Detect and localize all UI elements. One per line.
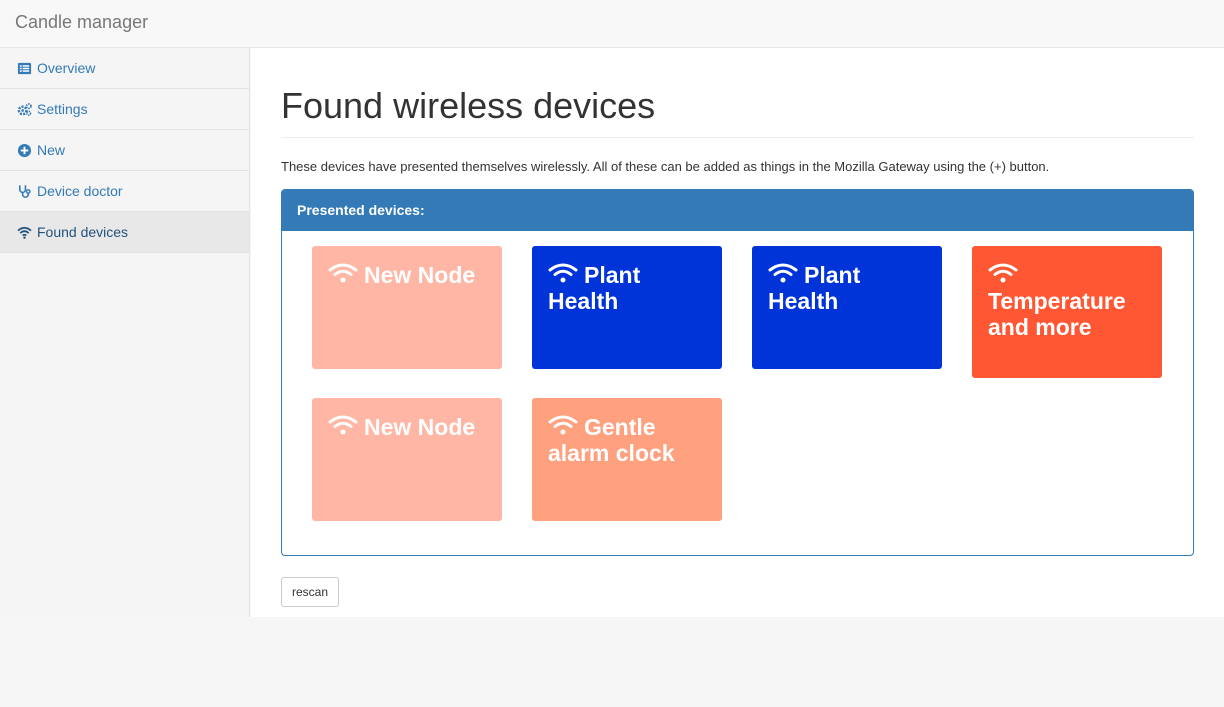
presented-devices-panel: Presented devices: New Node Plant Health… bbox=[281, 189, 1194, 556]
device-tile[interactable]: Plant Health bbox=[752, 246, 942, 369]
wifi-icon bbox=[768, 262, 798, 284]
intro-text: These devices have presented themselves … bbox=[281, 159, 1050, 174]
list-icon bbox=[16, 60, 32, 76]
sidebar-item-device-doctor[interactable]: Device doctor bbox=[0, 171, 249, 212]
sidebar-item-label: New bbox=[37, 142, 66, 158]
sidebar-item-overview[interactable]: Overview bbox=[0, 48, 249, 89]
device-tile[interactable]: New Node bbox=[312, 246, 502, 369]
device-tile[interactable]: Temperature and more bbox=[972, 246, 1162, 378]
rescan-button[interactable]: rescan bbox=[281, 577, 339, 607]
sidebar-item-label: Settings bbox=[37, 101, 88, 117]
wifi-icon bbox=[328, 414, 358, 436]
stethoscope-icon bbox=[16, 183, 32, 199]
device-tile[interactable]: Gentle alarm clock bbox=[532, 398, 722, 521]
wifi-icon bbox=[328, 262, 358, 284]
wifi-icon bbox=[988, 262, 1018, 284]
app-brand[interactable]: Candle manager bbox=[15, 12, 148, 32]
top-navbar: Candle manager bbox=[0, 0, 1224, 48]
sidebar-item-label: Overview bbox=[37, 60, 96, 76]
device-name: New Node bbox=[364, 414, 476, 440]
title-divider bbox=[281, 137, 1194, 138]
sidebar-item-label: Device doctor bbox=[37, 183, 123, 199]
sidebar-item-label: Found devices bbox=[37, 224, 129, 240]
main-content: Found wireless devices These devices hav… bbox=[251, 48, 1224, 617]
device-name: New Node bbox=[364, 262, 476, 288]
wifi-icon bbox=[548, 414, 578, 436]
sidebar-item-found-devices[interactable]: Found devices bbox=[0, 212, 249, 253]
page-title: Found wireless devices bbox=[281, 85, 656, 126]
panel-heading: Presented devices: bbox=[282, 190, 1193, 231]
device-tile[interactable]: Plant Health bbox=[532, 246, 722, 369]
device-tile[interactable]: New Node bbox=[312, 398, 502, 521]
plus-circle-icon bbox=[16, 142, 32, 158]
device-name: Temperature and more bbox=[988, 288, 1126, 340]
sidebar-item-new[interactable]: New bbox=[0, 130, 249, 171]
sidebar: Overview Settings New Device doctor Foun… bbox=[0, 48, 250, 617]
wifi-icon bbox=[16, 224, 32, 240]
wifi-icon bbox=[548, 262, 578, 284]
gears-icon bbox=[16, 101, 32, 117]
sidebar-item-settings[interactable]: Settings bbox=[0, 89, 249, 130]
